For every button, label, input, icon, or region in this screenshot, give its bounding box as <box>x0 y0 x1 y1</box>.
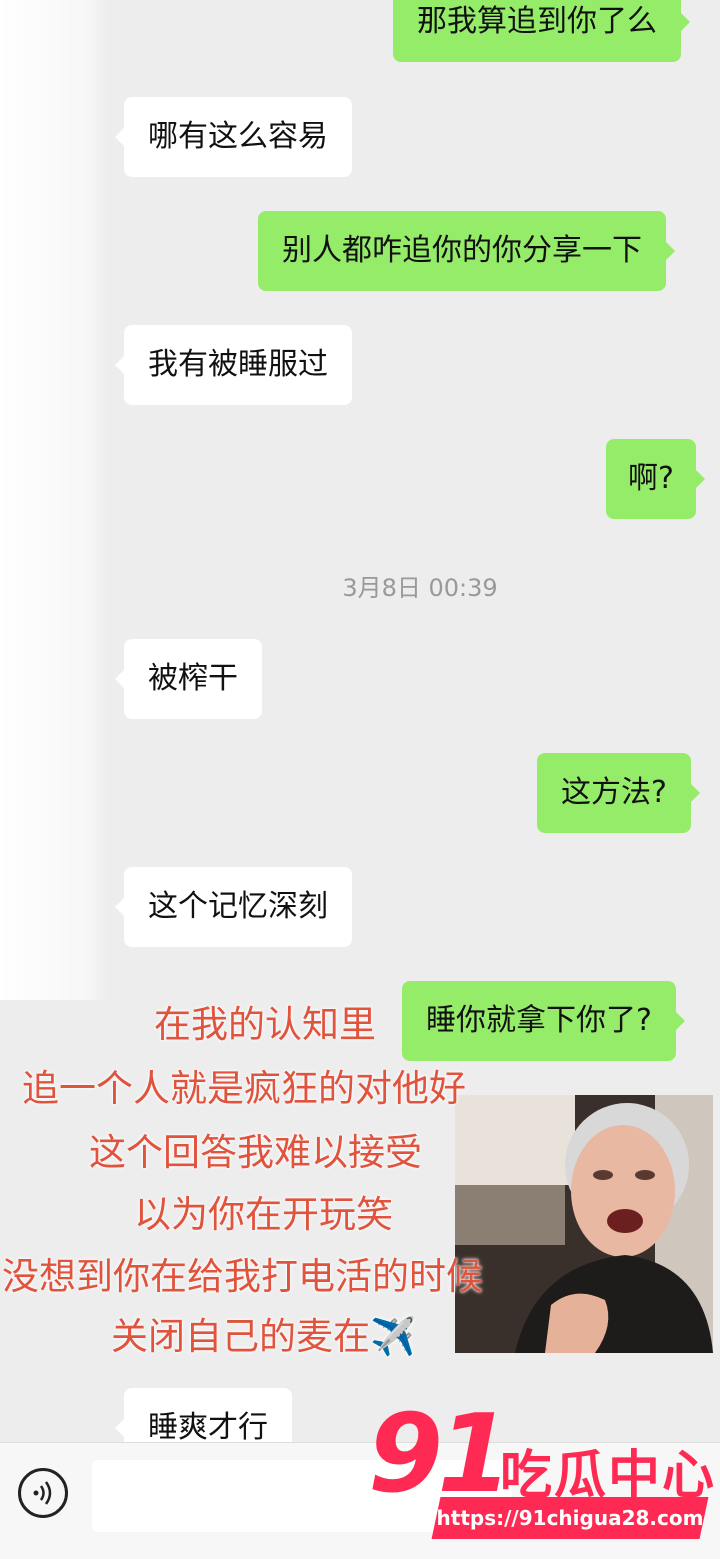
watermark-url: https://91chigua28.com <box>436 1497 704 1539</box>
message-bubble-sent[interactable]: 那我算追到你了么 <box>393 0 690 62</box>
message-bubble-sent[interactable]: 睡你就拿下你了? <box>402 981 685 1061</box>
message-text: 哪有这么容易 <box>148 119 328 154</box>
message-text: 这方法? <box>561 775 667 810</box>
voice-icon <box>33 1481 52 1505</box>
overlay-caption-line: 没想到你在给我打电活的时候 <box>2 1246 483 1300</box>
message-text: 我有被睡服过 <box>148 347 328 382</box>
overlay-caption-text: 以为你在开玩笑 <box>134 1193 393 1236</box>
message-text: 睡爽才行 <box>148 1410 268 1445</box>
message-bubble-received[interactable]: 这个记忆深刻 <box>115 867 352 947</box>
overlay-caption-text: 没想到你在给我打电活的时候 <box>2 1255 483 1298</box>
message-text: 啊? <box>628 461 674 496</box>
overlay-caption-text: 在我的认知里 <box>154 1003 376 1046</box>
overlay-caption-line: 这个回答我难以接受 <box>89 1122 422 1176</box>
message-text: 那我算追到你了么 <box>417 4 657 39</box>
message-bubble-received[interactable]: 哪有这么容易 <box>115 97 352 177</box>
watermark-url-text: https://91chigua28.com <box>436 1506 704 1530</box>
message-bubble-received[interactable]: 我有被睡服过 <box>115 325 352 405</box>
overlay-caption-text: 追一个人就是疯狂的对他好 <box>22 1067 466 1110</box>
overlay-caption-line: 在我的认知里 <box>154 994 376 1048</box>
overlay-caption-text: 关闭自己的麦在✈️ <box>111 1315 417 1358</box>
reaction-photo-illustration <box>455 1095 713 1353</box>
voice-input-button[interactable] <box>18 1468 68 1518</box>
message-bubble-sent[interactable]: 这方法? <box>537 753 700 833</box>
overlay-caption-text: 这个回答我难以接受 <box>89 1131 422 1174</box>
left-blurred-strip <box>0 0 108 1000</box>
message-bubble-sent[interactable]: 啊? <box>606 439 705 519</box>
message-text: 被榨干 <box>148 661 238 696</box>
message-text: 别人都咋追你的你分享一下 <box>282 233 642 268</box>
message-bubble-received[interactable]: 被榨干 <box>115 639 262 719</box>
overlay-caption-line: 关闭自己的麦在✈️ <box>111 1306 416 1360</box>
reaction-photo <box>455 1095 713 1353</box>
overlay-caption-line: 追一个人就是疯狂的对他好 <box>22 1058 466 1112</box>
timestamp-text: 3月8日 00:39 <box>342 574 498 602</box>
message-timestamp: 3月8日 00:39 <box>0 568 720 603</box>
message-bubble-sent[interactable]: 别人都咋追你的你分享一下 <box>258 211 675 291</box>
overlay-caption-line: 以为你在开玩笑 <box>134 1184 393 1238</box>
message-text: 睡你就拿下你了? <box>426 1003 652 1038</box>
message-text: 这个记忆深刻 <box>148 889 328 924</box>
